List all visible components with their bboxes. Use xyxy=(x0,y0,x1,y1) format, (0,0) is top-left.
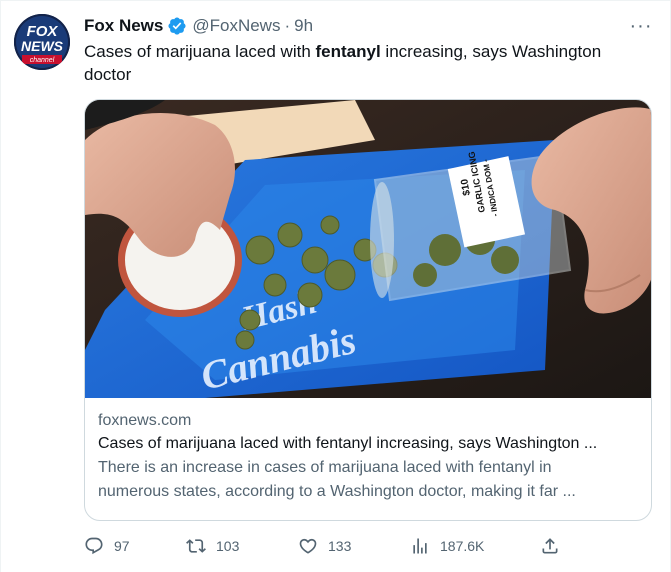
action-bar: 97 103 133 187.6K xyxy=(84,532,564,560)
tweet-text-start: Cases of marijuana laced with xyxy=(84,42,316,61)
retweet-button[interactable]: 103 xyxy=(186,532,239,560)
card-image: Hash Cannabis $10 GARLIC ICING - INDICA … xyxy=(85,100,651,399)
tweet-text: Cases of marijuana laced with fentanyl i… xyxy=(84,40,644,86)
logo-line2: NEWS xyxy=(21,38,64,54)
author-handle[interactable]: @FoxNews xyxy=(192,16,280,36)
views-count: 187.6K xyxy=(440,538,485,554)
reply-count: 97 xyxy=(114,538,130,554)
reply-button[interactable]: 97 xyxy=(84,532,130,560)
separator-dot: · xyxy=(284,16,291,35)
card-body: foxnews.com Cases of marijuana laced wit… xyxy=(98,410,643,504)
share-button[interactable] xyxy=(540,532,560,560)
left-border xyxy=(0,0,1,572)
verified-badge-icon xyxy=(167,16,187,36)
logo-line3: channel xyxy=(30,57,55,64)
like-button[interactable]: 133 xyxy=(298,532,351,560)
card-description-line-2: numerous states, according to a Washingt… xyxy=(98,483,576,500)
reply-icon xyxy=(85,537,103,555)
tweet-text-bold: fentanyl xyxy=(315,42,381,61)
retweet-icon xyxy=(186,539,206,553)
avatar[interactable]: FOX NEWS channel xyxy=(14,14,70,70)
top-border xyxy=(0,0,671,1)
author-name[interactable]: Fox News xyxy=(84,16,163,36)
link-preview-card[interactable]: Hash Cannabis $10 GARLIC ICING - INDICA … xyxy=(84,99,652,521)
tweet-header: Fox News @FoxNews · 9h xyxy=(84,14,313,38)
like-count: 133 xyxy=(328,538,352,554)
card-description-line-1: There is an increase in cases of marijua… xyxy=(98,459,552,476)
retweet-count: 103 xyxy=(216,538,240,554)
fox-news-logo: FOX NEWS channel xyxy=(14,14,70,70)
views-button[interactable]: 187.6K xyxy=(410,532,484,560)
card-domain: foxnews.com xyxy=(98,412,192,429)
views-chart-icon xyxy=(413,538,427,554)
share-icon xyxy=(542,538,558,554)
more-options-icon[interactable]: ··· xyxy=(627,14,655,38)
timestamp[interactable]: 9h xyxy=(294,16,313,36)
heart-icon xyxy=(299,538,317,554)
card-title: Cases of marijuana laced with fentanyl i… xyxy=(98,435,598,452)
